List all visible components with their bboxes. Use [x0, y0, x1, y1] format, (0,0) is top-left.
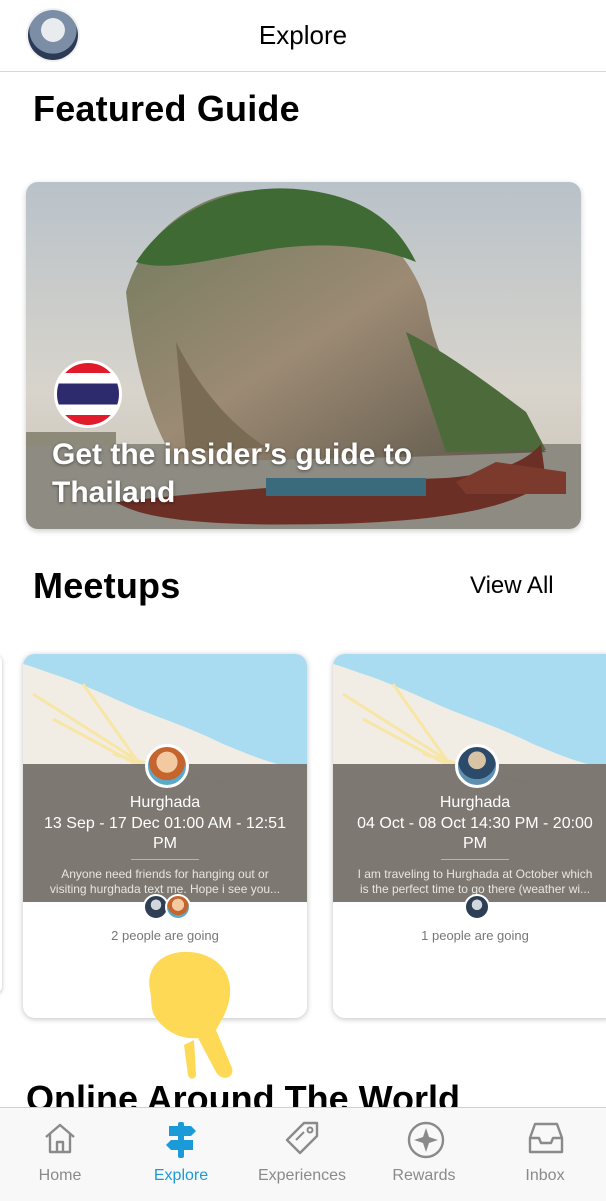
meetup-description-line: Anyone need friends for hanging out or [61, 867, 269, 881]
meetup-card[interactable]: Hurghada 04 Oct - 08 Oct 14:30 PM - 20:0… [333, 654, 606, 1018]
host-avatar[interactable] [145, 744, 189, 788]
tab-inbox[interactable]: Inbox [485, 1108, 605, 1201]
meetup-divider [131, 859, 199, 860]
tab-rewards[interactable]: Rewards [364, 1108, 484, 1201]
tag-icon [285, 1121, 319, 1155]
pointing-hand-icon [149, 951, 233, 1079]
featured-guide-heading: Featured Guide [33, 88, 300, 129]
going-count: 2 people are going [111, 928, 219, 943]
view-all-link[interactable]: View All [470, 572, 554, 600]
rewards-star-icon [407, 1121, 445, 1159]
tab-label: Rewards [392, 1167, 456, 1184]
home-icon [45, 1123, 75, 1154]
meetup-description-line: I am traveling to Hurghada at October wh… [357, 867, 593, 881]
bottom-tab-bar: Home Explore Experiences Rewards Inbox [0, 1107, 606, 1201]
tab-label: Experiences [257, 1167, 347, 1184]
host-avatar[interactable] [455, 744, 499, 788]
thailand-flag-icon [54, 360, 122, 428]
featured-guide-title: Get the insider’s guide to Thailand [52, 438, 413, 509]
meetup-city: Hurghada [439, 794, 511, 811]
tab-home[interactable]: Home [0, 1108, 120, 1201]
page-title: Explore [258, 20, 348, 50]
tab-label: Explore [153, 1167, 209, 1184]
top-bar: Explore [0, 0, 606, 72]
going-count: 1 people are going [421, 928, 529, 943]
meetup-city: Hurghada [129, 794, 201, 811]
signpost-icon [166, 1122, 196, 1158]
meetup-description: I am traveling to Hurghada at October wh… [345, 867, 605, 897]
tab-experiences[interactable]: Experiences [242, 1108, 362, 1201]
tab-explore[interactable]: Explore [121, 1108, 241, 1201]
tab-label: Inbox [525, 1167, 565, 1184]
attendee-avatar[interactable] [464, 894, 490, 920]
meetup-divider [441, 859, 509, 860]
meetup-description-line: visiting hurghada text me. Hope i see yo… [49, 882, 281, 896]
meetup-dates: 04 Oct - 08 Oct 14:30 PM - 20:00 PM [357, 815, 593, 852]
meetup-description: Anyone need friends for hanging out or v… [35, 867, 295, 897]
previous-meetup-card-edge[interactable] [0, 654, 2, 994]
meetups-heading: Meetups [33, 565, 181, 606]
tab-label: Home [38, 1167, 82, 1184]
meetup-dates: 13 Sep - 17 Dec 01:00 AM - 12:51 PM [44, 815, 286, 852]
inbox-icon [528, 1122, 564, 1154]
attendee-avatar[interactable] [165, 894, 191, 920]
